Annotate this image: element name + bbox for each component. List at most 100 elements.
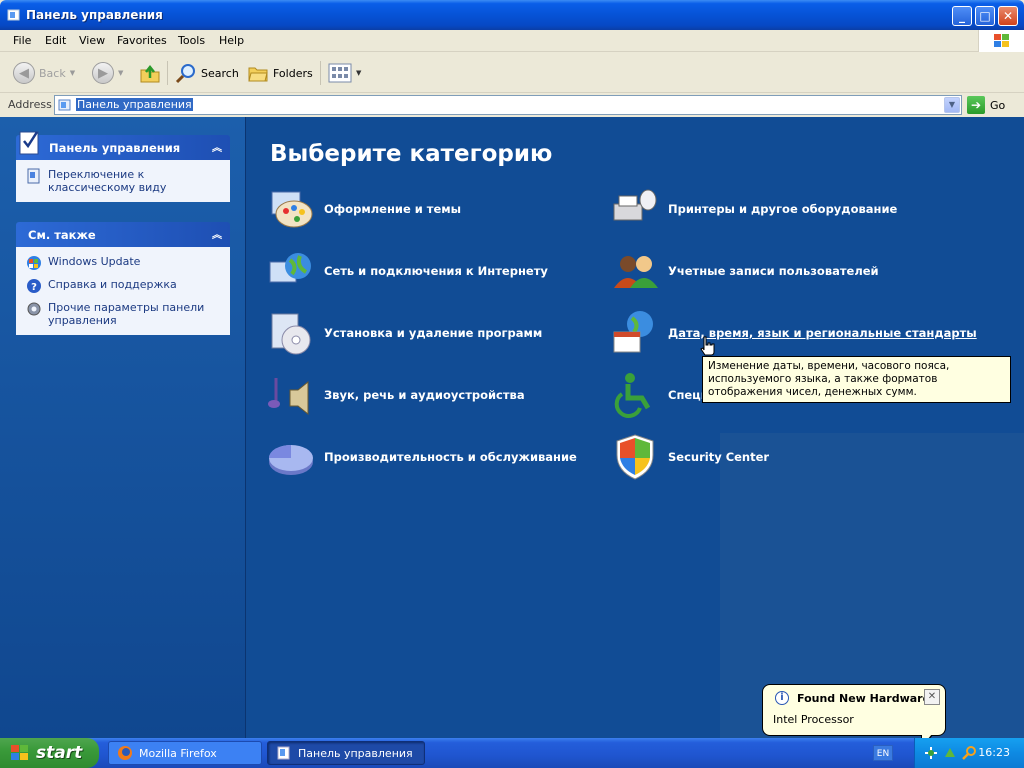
folders-icon bbox=[248, 67, 268, 82]
start-button[interactable]: start bbox=[0, 738, 99, 768]
close-button[interactable]: ✕ bbox=[998, 6, 1018, 26]
collapse-chevron-icon[interactable]: ︽ bbox=[212, 226, 222, 241]
toolbar: ◀ Back ▼ ▶ ▼ Search Folders ▼ bbox=[0, 53, 1024, 93]
category-user-accounts[interactable]: Учетные записи пользователей bbox=[610, 246, 879, 296]
windows-update-link[interactable]: Windows Update bbox=[26, 255, 224, 271]
safely-remove-hardware-icon[interactable] bbox=[923, 745, 939, 761]
control-panel-section: Панель управления ︽ Переключение к класс… bbox=[16, 131, 230, 202]
category-network[interactable]: Сеть и подключения к Интернету bbox=[266, 246, 548, 296]
page-title: Выберите категорию bbox=[270, 141, 553, 167]
category-accessibility[interactable]: Специ bbox=[610, 370, 709, 420]
start-label: start bbox=[36, 743, 83, 763]
control-panel-icon bbox=[7, 9, 20, 21]
help-support-link[interactable]: ? Справка и поддержка bbox=[26, 278, 224, 294]
network-globe-icon bbox=[269, 253, 311, 283]
folders-button[interactable]: Folders bbox=[247, 61, 313, 85]
up-folder-button[interactable] bbox=[139, 61, 161, 85]
balloon-body: Intel Processor bbox=[773, 713, 854, 726]
menu-tools[interactable]: Tools bbox=[178, 34, 205, 47]
date-time-globe-icon bbox=[613, 311, 653, 353]
back-arrow-icon: ◀ bbox=[13, 62, 35, 84]
title-bar[interactable]: Панель управления _ □ ✕ bbox=[0, 0, 1024, 30]
category-label: Принтеры и другое оборудование bbox=[668, 202, 898, 216]
firefox-icon bbox=[118, 746, 132, 760]
category-add-remove[interactable]: Установка и удаление программ bbox=[266, 308, 542, 358]
link-label: Переключение к классическому виду bbox=[48, 168, 167, 194]
notification-balloon[interactable]: i Found New Hardware Intel Processor ✕ bbox=[762, 684, 946, 749]
add-remove-programs-icon bbox=[271, 313, 311, 355]
folders-label: Folders bbox=[273, 66, 313, 80]
link-label: Справка и поддержка bbox=[48, 278, 177, 291]
sound-speaker-icon bbox=[268, 378, 309, 416]
address-bar: Address Панель управления ▼ ➔ Go bbox=[0, 94, 1024, 116]
menu-edit[interactable]: Edit bbox=[45, 34, 66, 47]
search-label: Search bbox=[201, 66, 239, 80]
search-button[interactable]: Search bbox=[175, 61, 239, 85]
menu-file[interactable]: File bbox=[13, 34, 31, 47]
maximize-button[interactable]: □ bbox=[975, 6, 995, 26]
category-security-center[interactable]: Security Center bbox=[610, 432, 769, 482]
system-tray: 16:23 bbox=[914, 738, 1024, 768]
category-label: Сеть и подключения к Интернету bbox=[324, 264, 548, 278]
back-button[interactable]: ◀ Back ▼ bbox=[13, 61, 75, 85]
category-performance[interactable]: Производительность и обслуживание bbox=[266, 432, 577, 482]
category-label: Звук, речь и аудиоустройства bbox=[324, 388, 525, 402]
category-date-time[interactable]: Дата, время, язык и региональные стандар… bbox=[610, 308, 977, 358]
content-area: Панель управления ︽ Переключение к класс… bbox=[0, 117, 1024, 738]
category-appearance[interactable]: Оформление и темы bbox=[266, 184, 461, 234]
taskbar-item-control-panel[interactable]: Панель управления bbox=[267, 741, 425, 765]
section-title: Панель управления bbox=[49, 141, 181, 155]
balloon-title: Found New Hardware bbox=[797, 692, 931, 705]
clock[interactable]: 16:23 bbox=[978, 746, 1010, 759]
accessibility-icon bbox=[614, 373, 651, 418]
windows-logo-icon bbox=[978, 30, 1024, 52]
section-header[interactable]: Панель управления ︽ bbox=[16, 131, 230, 160]
windows-update-icon bbox=[27, 256, 41, 270]
network-tray-icon[interactable] bbox=[942, 745, 958, 761]
views-grid-icon bbox=[328, 63, 352, 83]
task-pane: Панель управления ︽ Переключение к класс… bbox=[0, 117, 246, 738]
address-label: Address bbox=[8, 98, 52, 111]
help-icon: ? bbox=[27, 279, 41, 293]
category-label: Учетные записи пользователей bbox=[668, 264, 879, 278]
views-button[interactable]: ▼ bbox=[328, 61, 361, 85]
category-printers[interactable]: Принтеры и другое оборудование bbox=[610, 184, 897, 234]
category-sound[interactable]: Звук, речь и аудиоустройства bbox=[266, 370, 525, 420]
search-icon bbox=[175, 64, 195, 84]
chevron-down-icon[interactable]: ▼ bbox=[944, 97, 960, 113]
collapse-chevron-icon[interactable]: ︽ bbox=[212, 139, 222, 154]
windows-flag-icon bbox=[11, 745, 28, 760]
taskbar-item-firefox[interactable]: Mozilla Firefox bbox=[108, 741, 262, 765]
see-also-section: См. также ︽ Windows Update ? Справка и п… bbox=[16, 222, 230, 335]
link-label: Windows Update bbox=[48, 255, 141, 268]
task-label: Mozilla Firefox bbox=[139, 746, 217, 760]
address-input[interactable]: Панель управления ▼ bbox=[54, 95, 962, 115]
up-folder-icon bbox=[140, 64, 160, 83]
window-title: Панель управления bbox=[26, 8, 163, 22]
menu-help[interactable]: Help bbox=[219, 34, 244, 47]
menu-favorites[interactable]: Favorites bbox=[117, 34, 167, 47]
menu-view[interactable]: View bbox=[79, 34, 105, 47]
switch-classic-view-link[interactable]: Переключение к классическому виду bbox=[26, 168, 224, 194]
go-button[interactable]: ➔ Go bbox=[967, 96, 1005, 114]
address-value: Панель управления bbox=[76, 98, 193, 111]
user-accounts-icon bbox=[614, 256, 658, 288]
forward-arrow-icon: ▶ bbox=[92, 62, 114, 84]
appearance-themes-icon bbox=[271, 191, 313, 228]
section-header[interactable]: См. также ︽ bbox=[16, 222, 230, 247]
section-title: См. также bbox=[28, 228, 96, 242]
search-tray-icon[interactable] bbox=[961, 745, 977, 761]
task-label: Панель управления bbox=[298, 746, 413, 760]
language-indicator[interactable]: EN bbox=[873, 745, 893, 761]
close-icon[interactable]: ✕ bbox=[924, 689, 940, 705]
minimize-button[interactable]: _ bbox=[952, 6, 972, 26]
back-label: Back bbox=[39, 66, 66, 80]
forward-button[interactable]: ▶ ▼ bbox=[92, 61, 123, 85]
hand-cursor-icon bbox=[700, 336, 715, 356]
chevron-down-icon: ▼ bbox=[118, 69, 124, 77]
other-options-link[interactable]: Прочие параметры панели управления bbox=[26, 301, 224, 327]
chevron-down-icon: ▼ bbox=[356, 69, 362, 77]
svg-text:?: ? bbox=[31, 282, 37, 293]
category-label: Оформление и темы bbox=[324, 202, 462, 216]
explorer-window: Панель управления _ □ ✕ File Edit View F… bbox=[0, 0, 1024, 738]
